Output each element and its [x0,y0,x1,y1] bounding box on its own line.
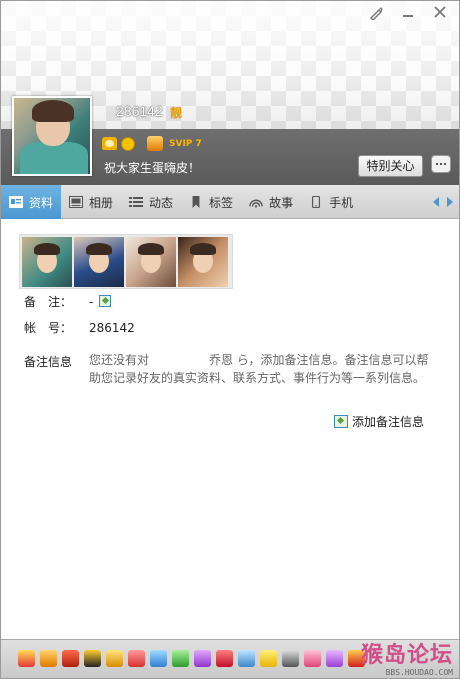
profile-tabs: 资料 相册 动态 标签 故事 手机 [1,185,459,219]
remark-value: - [89,295,94,309]
tab-album[interactable]: 相册 [61,185,121,219]
watermark-url: BBS.HOUDAO.COM [385,668,453,677]
account-label: 帐 号： [24,321,73,335]
crown-level-icon[interactable] [102,137,117,150]
svip-badge-icon[interactable] [40,650,57,667]
tab-profile-label: 资料 [29,195,54,210]
profile-signature: 祝大家生蛋嗨皮！ [104,161,201,175]
profile-avatar[interactable] [12,96,92,176]
profile-window: 286142 靓 SVIP 7 祝大家生蛋嗨皮！ 特别关心 资料 相册 动态 标… [0,0,460,679]
tab-scroll-arrows [431,185,459,218]
level-icons: SVIP 7 [102,136,202,151]
photo-thumbnail[interactable] [178,237,228,287]
skin-icon[interactable] [365,3,387,21]
album-icon [69,196,84,208]
account-row: 帐 号： 286142 [24,319,135,336]
diamond-red-badge-icon[interactable] [62,650,79,667]
feed-list-icon [129,197,144,207]
photo-thumbnail[interactable] [126,237,176,287]
bookmark-icon [192,196,200,208]
sun-level-icon[interactable] [121,136,135,151]
red-heart-badge-icon[interactable] [216,650,233,667]
blue-diamond-badge-icon[interactable] [238,650,255,667]
photo-strip [19,234,233,289]
service-badges [18,650,365,667]
close-icon[interactable] [429,3,451,21]
svip-label: SVIP 7 [169,138,202,149]
service-badge-bar: 猴岛论坛 BBS.HOUDAO.COM [1,639,459,678]
story-signal-icon [249,199,263,208]
account-value: 286142 [89,321,135,335]
tab-story[interactable]: 故事 [241,185,301,219]
penguin-badge-icon[interactable] [84,650,101,667]
blue-gem-badge-icon[interactable] [150,650,167,667]
add-remark-link[interactable]: 添加备注信息 [334,413,424,430]
phone-icon [312,196,321,208]
photo-thumbnail[interactable] [22,237,72,287]
remark-label: 备 注： [24,295,73,309]
purple-gem-badge-icon[interactable] [194,650,211,667]
remark-row: 备 注： - [24,293,112,310]
chevron-right-icon[interactable] [445,196,455,208]
watermark-title: 猴岛论坛 [360,642,453,668]
remark-info-description: 您还没有对 乔恩 ら，添加备注信息。备注信息可以帮助您记录好友的真实资料、联系方… [89,353,429,385]
vip-mark-icon[interactable]: 靓 [170,104,184,120]
remark-info-label: 备注信息 [24,355,73,369]
minimize-icon[interactable] [397,3,419,21]
green-gem-badge-icon[interactable] [172,650,189,667]
tab-album-label: 相册 [89,195,114,210]
tab-story-label: 故事 [269,195,294,210]
window-controls [365,3,451,21]
black-diamond-badge-icon[interactable] [282,650,299,667]
tab-profile[interactable]: 资料 [1,185,62,219]
chevron-left-icon[interactable] [431,196,441,208]
profile-nickname: 286142 [116,103,163,119]
gift-badge-icon[interactable] [106,650,123,667]
edit-remark-icon [334,415,348,428]
pink-gem-badge-icon[interactable] [304,650,321,667]
add-remark-label: 添加备注信息 [352,415,425,429]
profile-card-icon [9,196,23,208]
tab-feed[interactable]: 动态 [121,185,181,219]
tab-phone-label: 手机 [329,195,354,210]
red-gem-badge-icon[interactable] [128,650,145,667]
special-care-button[interactable]: 特别关心 [358,155,423,177]
avatar-hair [32,100,74,122]
profile-content: 备 注： - 帐 号： 286142 备注信息 您还没有对 乔恩 ら，添加备注信息。… [1,220,459,638]
svip-icon[interactable] [147,136,163,151]
chat-bubble-icon[interactable] [431,155,451,173]
site-watermark: 猴岛论坛 BBS.HOUDAO.COM [361,642,453,677]
photo-thumbnail[interactable] [74,237,124,287]
violet-diamond-badge-icon[interactable] [326,650,343,667]
tab-tags-label: 标签 [209,195,234,210]
tab-feed-label: 动态 [149,195,174,210]
tab-phone[interactable]: 手机 [301,185,361,219]
heart-badge-icon[interactable] [18,650,35,667]
tab-tags[interactable]: 标签 [181,185,241,219]
yellow-diamond-badge-icon[interactable] [260,650,277,667]
edit-remark-icon[interactable] [99,295,112,307]
avatar-shirt [20,142,88,174]
